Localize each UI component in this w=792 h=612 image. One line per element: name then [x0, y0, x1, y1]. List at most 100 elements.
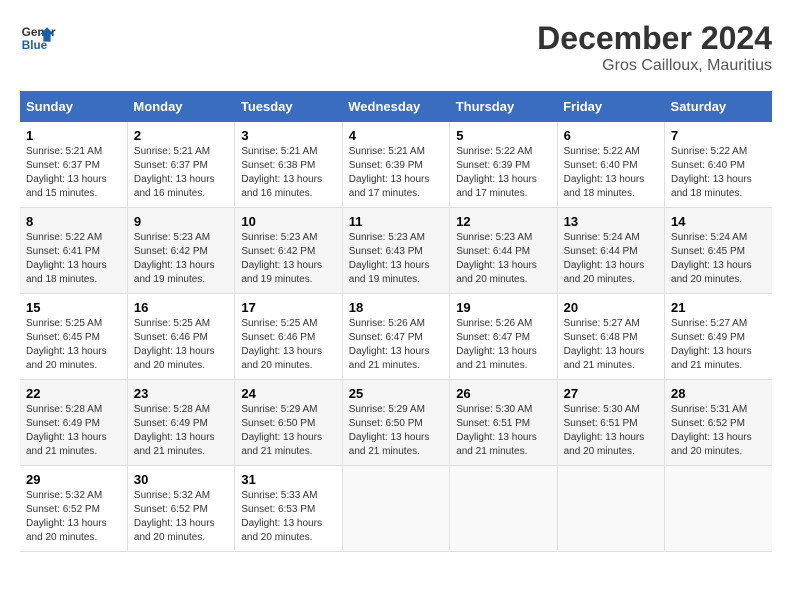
day-info: Sunrise: 5:21 AM Sunset: 6:38 PM Dayligh…	[241, 146, 322, 199]
calendar-cell: 28 Sunrise: 5:31 AM Sunset: 6:52 PM Dayl…	[665, 380, 772, 466]
day-number: 7	[671, 128, 766, 143]
calendar-cell: 9 Sunrise: 5:23 AM Sunset: 6:42 PM Dayli…	[127, 208, 234, 294]
calendar-cell	[450, 466, 557, 552]
calendar-week-row: 22 Sunrise: 5:28 AM Sunset: 6:49 PM Dayl…	[20, 380, 772, 466]
day-number: 31	[241, 472, 335, 487]
calendar-cell: 10 Sunrise: 5:23 AM Sunset: 6:42 PM Dayl…	[235, 208, 342, 294]
page-header: General Blue December 2024 Gros Cailloux…	[20, 20, 772, 75]
day-number: 16	[134, 300, 228, 315]
day-number: 24	[241, 386, 335, 401]
calendar-week-row: 8 Sunrise: 5:22 AM Sunset: 6:41 PM Dayli…	[20, 208, 772, 294]
main-title: December 2024	[537, 20, 772, 57]
day-number: 8	[26, 214, 121, 229]
day-info: Sunrise: 5:23 AM Sunset: 6:42 PM Dayligh…	[134, 232, 215, 285]
calendar-cell: 1 Sunrise: 5:21 AM Sunset: 6:37 PM Dayli…	[20, 122, 127, 208]
day-info: Sunrise: 5:27 AM Sunset: 6:48 PM Dayligh…	[564, 318, 645, 371]
day-info: Sunrise: 5:24 AM Sunset: 6:44 PM Dayligh…	[564, 232, 645, 285]
calendar-cell: 24 Sunrise: 5:29 AM Sunset: 6:50 PM Dayl…	[235, 380, 342, 466]
day-info: Sunrise: 5:32 AM Sunset: 6:52 PM Dayligh…	[26, 490, 107, 543]
day-number: 28	[671, 386, 766, 401]
day-number: 22	[26, 386, 121, 401]
day-info: Sunrise: 5:26 AM Sunset: 6:47 PM Dayligh…	[456, 318, 537, 371]
calendar-cell: 7 Sunrise: 5:22 AM Sunset: 6:40 PM Dayli…	[665, 122, 772, 208]
day-number: 6	[564, 128, 658, 143]
calendar-cell: 25 Sunrise: 5:29 AM Sunset: 6:50 PM Dayl…	[342, 380, 449, 466]
day-info: Sunrise: 5:32 AM Sunset: 6:52 PM Dayligh…	[134, 490, 215, 543]
calendar-cell: 6 Sunrise: 5:22 AM Sunset: 6:40 PM Dayli…	[557, 122, 664, 208]
day-info: Sunrise: 5:26 AM Sunset: 6:47 PM Dayligh…	[349, 318, 430, 371]
day-number: 1	[26, 128, 121, 143]
day-info: Sunrise: 5:29 AM Sunset: 6:50 PM Dayligh…	[241, 404, 322, 457]
day-info: Sunrise: 5:24 AM Sunset: 6:45 PM Dayligh…	[671, 232, 752, 285]
header-saturday: Saturday	[665, 91, 772, 122]
header-tuesday: Tuesday	[235, 91, 342, 122]
calendar-cell: 14 Sunrise: 5:24 AM Sunset: 6:45 PM Dayl…	[665, 208, 772, 294]
calendar-cell: 27 Sunrise: 5:30 AM Sunset: 6:51 PM Dayl…	[557, 380, 664, 466]
title-area: December 2024 Gros Cailloux, Mauritius	[537, 20, 772, 75]
day-info: Sunrise: 5:25 AM Sunset: 6:46 PM Dayligh…	[134, 318, 215, 371]
day-number: 27	[564, 386, 658, 401]
header-wednesday: Wednesday	[342, 91, 449, 122]
calendar-cell	[342, 466, 449, 552]
calendar-cell: 29 Sunrise: 5:32 AM Sunset: 6:52 PM Dayl…	[20, 466, 127, 552]
header-friday: Friday	[557, 91, 664, 122]
day-number: 21	[671, 300, 766, 315]
day-info: Sunrise: 5:29 AM Sunset: 6:50 PM Dayligh…	[349, 404, 430, 457]
calendar-cell: 3 Sunrise: 5:21 AM Sunset: 6:38 PM Dayli…	[235, 122, 342, 208]
day-info: Sunrise: 5:30 AM Sunset: 6:51 PM Dayligh…	[456, 404, 537, 457]
calendar-cell: 2 Sunrise: 5:21 AM Sunset: 6:37 PM Dayli…	[127, 122, 234, 208]
header-sunday: Sunday	[20, 91, 127, 122]
calendar-cell: 11 Sunrise: 5:23 AM Sunset: 6:43 PM Dayl…	[342, 208, 449, 294]
calendar-cell: 5 Sunrise: 5:22 AM Sunset: 6:39 PM Dayli…	[450, 122, 557, 208]
day-info: Sunrise: 5:27 AM Sunset: 6:49 PM Dayligh…	[671, 318, 752, 371]
day-number: 12	[456, 214, 550, 229]
day-number: 26	[456, 386, 550, 401]
day-number: 4	[349, 128, 443, 143]
day-number: 20	[564, 300, 658, 315]
calendar-week-row: 1 Sunrise: 5:21 AM Sunset: 6:37 PM Dayli…	[20, 122, 772, 208]
header-thursday: Thursday	[450, 91, 557, 122]
day-number: 3	[241, 128, 335, 143]
day-number: 15	[26, 300, 121, 315]
calendar-week-row: 15 Sunrise: 5:25 AM Sunset: 6:45 PM Dayl…	[20, 294, 772, 380]
day-number: 17	[241, 300, 335, 315]
calendar-cell: 8 Sunrise: 5:22 AM Sunset: 6:41 PM Dayli…	[20, 208, 127, 294]
day-number: 19	[456, 300, 550, 315]
day-info: Sunrise: 5:33 AM Sunset: 6:53 PM Dayligh…	[241, 490, 322, 543]
day-info: Sunrise: 5:22 AM Sunset: 6:40 PM Dayligh…	[564, 146, 645, 199]
day-info: Sunrise: 5:21 AM Sunset: 6:39 PM Dayligh…	[349, 146, 430, 199]
logo: General Blue	[20, 20, 56, 56]
day-info: Sunrise: 5:28 AM Sunset: 6:49 PM Dayligh…	[26, 404, 107, 457]
calendar-cell	[665, 466, 772, 552]
calendar-cell: 18 Sunrise: 5:26 AM Sunset: 6:47 PM Dayl…	[342, 294, 449, 380]
day-info: Sunrise: 5:25 AM Sunset: 6:46 PM Dayligh…	[241, 318, 322, 371]
day-info: Sunrise: 5:23 AM Sunset: 6:44 PM Dayligh…	[456, 232, 537, 285]
calendar-week-row: 29 Sunrise: 5:32 AM Sunset: 6:52 PM Dayl…	[20, 466, 772, 552]
calendar-cell: 31 Sunrise: 5:33 AM Sunset: 6:53 PM Dayl…	[235, 466, 342, 552]
day-number: 14	[671, 214, 766, 229]
day-info: Sunrise: 5:23 AM Sunset: 6:42 PM Dayligh…	[241, 232, 322, 285]
calendar-cell	[557, 466, 664, 552]
calendar-cell: 30 Sunrise: 5:32 AM Sunset: 6:52 PM Dayl…	[127, 466, 234, 552]
calendar-cell: 15 Sunrise: 5:25 AM Sunset: 6:45 PM Dayl…	[20, 294, 127, 380]
calendar-table: SundayMondayTuesdayWednesdayThursdayFrid…	[20, 91, 772, 552]
day-info: Sunrise: 5:25 AM Sunset: 6:45 PM Dayligh…	[26, 318, 107, 371]
day-info: Sunrise: 5:22 AM Sunset: 6:39 PM Dayligh…	[456, 146, 537, 199]
calendar-cell: 20 Sunrise: 5:27 AM Sunset: 6:48 PM Dayl…	[557, 294, 664, 380]
calendar-cell: 16 Sunrise: 5:25 AM Sunset: 6:46 PM Dayl…	[127, 294, 234, 380]
calendar-cell: 12 Sunrise: 5:23 AM Sunset: 6:44 PM Dayl…	[450, 208, 557, 294]
calendar-cell: 21 Sunrise: 5:27 AM Sunset: 6:49 PM Dayl…	[665, 294, 772, 380]
day-info: Sunrise: 5:22 AM Sunset: 6:40 PM Dayligh…	[671, 146, 752, 199]
day-number: 9	[134, 214, 228, 229]
day-number: 13	[564, 214, 658, 229]
day-info: Sunrise: 5:31 AM Sunset: 6:52 PM Dayligh…	[671, 404, 752, 457]
calendar-cell: 26 Sunrise: 5:30 AM Sunset: 6:51 PM Dayl…	[450, 380, 557, 466]
day-number: 18	[349, 300, 443, 315]
day-number: 25	[349, 386, 443, 401]
header-monday: Monday	[127, 91, 234, 122]
calendar-cell: 4 Sunrise: 5:21 AM Sunset: 6:39 PM Dayli…	[342, 122, 449, 208]
calendar-cell: 19 Sunrise: 5:26 AM Sunset: 6:47 PM Dayl…	[450, 294, 557, 380]
day-number: 5	[456, 128, 550, 143]
day-info: Sunrise: 5:21 AM Sunset: 6:37 PM Dayligh…	[26, 146, 107, 199]
day-info: Sunrise: 5:22 AM Sunset: 6:41 PM Dayligh…	[26, 232, 107, 285]
